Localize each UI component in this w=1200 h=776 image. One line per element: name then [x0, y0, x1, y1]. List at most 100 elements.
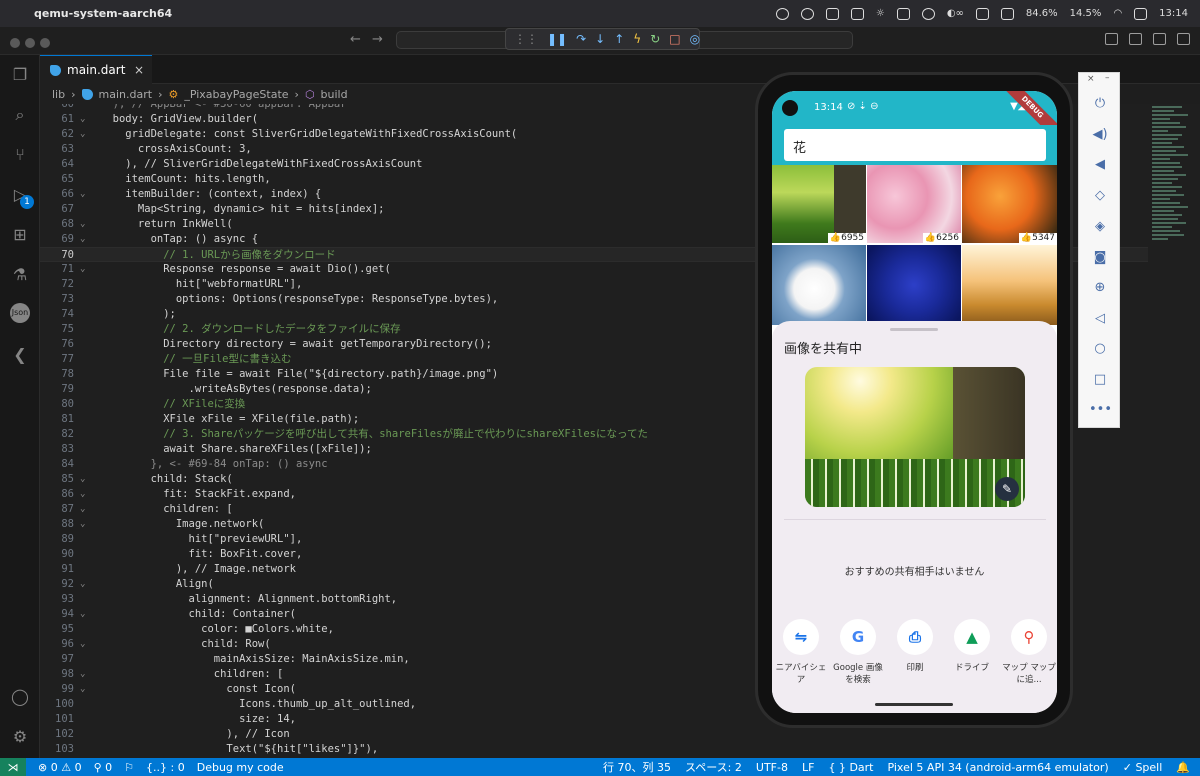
volume-up-icon[interactable]: ◀) — [1089, 124, 1111, 146]
fold-chevron-icon[interactable]: ⌄ — [80, 262, 85, 277]
app-name[interactable]: qemu-system-aarch64 — [34, 7, 172, 20]
fold-chevron-icon[interactable]: ⌄ — [80, 112, 85, 127]
edit-pencil-icon[interactable]: ✎ — [995, 477, 1019, 501]
menubar-time[interactable]: 13:14 — [1159, 8, 1188, 19]
code-line[interactable]: 103 Text("${hit["likes"]}"), — [40, 742, 1200, 757]
fold-chevron-icon[interactable]: ⌄ — [80, 127, 85, 142]
spell-check[interactable]: ✓ Spell — [1123, 761, 1163, 774]
fold-chevron-icon[interactable]: ⌄ — [80, 577, 85, 592]
step-into-icon[interactable]: ↓ — [595, 32, 605, 46]
notifications-bell-icon[interactable]: 🔔 — [1176, 761, 1190, 774]
pause-icon[interactable]: ❚❚ — [547, 32, 567, 46]
devtools-icon[interactable]: ◎ — [690, 32, 700, 46]
search-input[interactable]: 花 — [784, 129, 1046, 161]
sheet-drag-handle[interactable] — [890, 328, 938, 331]
braces-indicator[interactable]: {..} : 0 — [146, 761, 185, 774]
grid-image[interactable] — [962, 245, 1057, 325]
hot-reload-icon[interactable]: ϟ — [633, 32, 641, 46]
breadcrumb-file[interactable]: main.dart — [99, 88, 153, 101]
cursor-position[interactable]: 行 70、列 35 — [603, 759, 671, 775]
power-icon[interactable]: ⏻ — [1089, 93, 1111, 115]
source-control-icon[interactable]: ⑂ — [8, 143, 32, 167]
brightness-icon[interactable]: ☼ — [876, 8, 885, 19]
back-icon[interactable]: ◁ — [1089, 308, 1111, 330]
record-icon[interactable] — [775, 7, 789, 20]
debug-mode[interactable]: Debug my code — [197, 761, 284, 774]
wifi-icon[interactable]: ◠ — [1113, 8, 1122, 19]
overview-icon[interactable]: □ — [1089, 369, 1111, 391]
search-icon[interactable]: ⌕ — [8, 103, 32, 127]
close-icon[interactable]: × — [1087, 74, 1095, 84]
input-method-icon[interactable] — [975, 7, 989, 20]
back-arrow-icon[interactable]: ← — [350, 32, 361, 47]
window-icon[interactable] — [1000, 7, 1014, 20]
tab-main-dart[interactable]: main.dart × — [40, 55, 152, 84]
step-out-icon[interactable]: ↑ — [614, 32, 624, 46]
fold-chevron-icon[interactable]: ⌄ — [80, 487, 85, 502]
toggle-sidebar-icon[interactable] — [1105, 33, 1118, 45]
settings-gear-icon[interactable]: ⚙ — [8, 725, 32, 749]
layers-icon[interactable] — [896, 7, 910, 20]
minimize-window-button[interactable] — [25, 38, 35, 48]
zoom-icon[interactable]: ⊕ — [1089, 277, 1111, 299]
step-over-icon[interactable]: ↷ — [576, 32, 586, 46]
screenshot-camera-icon[interactable]: ◙ — [1089, 247, 1111, 269]
fold-chevron-icon[interactable]: ⌄ — [80, 637, 85, 652]
account-icon[interactable]: ◯ — [8, 685, 32, 709]
fold-chevron-icon[interactable]: ⌄ — [80, 217, 85, 232]
flutter-icon[interactable]: ❮ — [8, 343, 32, 367]
share-target-nearby[interactable]: ⇋ ニアバイシェア — [772, 619, 830, 686]
fold-chevron-icon[interactable]: ⌄ — [80, 607, 85, 622]
problems-indicator[interactable]: ⊗ 0 ⚠ 0 — [38, 761, 82, 774]
grid-image[interactable]: 👍6256 — [867, 165, 961, 243]
home-icon[interactable]: ○ — [1089, 338, 1111, 360]
minimap[interactable] — [1148, 104, 1200, 758]
fold-chevron-icon[interactable]: ⌄ — [80, 517, 85, 532]
fold-chevron-icon[interactable]: ⌄ — [80, 472, 85, 487]
grid-image[interactable] — [867, 245, 961, 325]
indentation[interactable]: スペース: 2 — [685, 759, 742, 775]
close-tab-icon[interactable]: × — [134, 63, 144, 77]
notification-icon[interactable] — [850, 7, 864, 20]
ports-indicator[interactable]: ⚲ 0 — [94, 761, 113, 774]
breadcrumb-state[interactable]: _PixabayPageState — [184, 88, 288, 101]
rotate-right-icon[interactable]: ◈ — [1089, 216, 1111, 238]
fold-chevron-icon[interactable]: ⌄ — [80, 187, 85, 202]
volume-down-icon[interactable]: ◀ — [1089, 154, 1111, 176]
share-target-drive[interactable]: ▲ ドライブ — [943, 619, 1001, 674]
grid-image[interactable]: 👍5347 — [962, 165, 1057, 243]
explorer-icon[interactable]: ❐ — [8, 63, 32, 87]
share-target-google[interactable]: G Google 画像を検索 — [829, 619, 887, 686]
encoding[interactable]: UTF-8 — [756, 761, 788, 774]
share-target-print[interactable]: ⎙ 印刷 — [886, 619, 944, 674]
grid-image[interactable] — [772, 245, 866, 325]
breadcrumb-method[interactable]: build — [321, 88, 348, 101]
fold-chevron-icon[interactable]: ⌄ — [80, 682, 85, 697]
end-of-line[interactable]: LF — [802, 761, 814, 774]
phone-screen[interactable]: 13:14 ⊘ ⇣ ⊖ ▼◢▮ DEBUG 花 👍6955 👍6256 👍534… — [772, 91, 1057, 713]
extensions-icon[interactable]: ⊞ — [8, 223, 32, 247]
rotate-left-icon[interactable]: ◇ — [1089, 185, 1111, 207]
fold-chevron-icon[interactable]: ⌄ — [80, 502, 85, 517]
fold-chevron-icon[interactable]: ⌄ — [80, 232, 85, 247]
more-icon[interactable]: ••• — [1089, 399, 1112, 421]
stop-icon[interactable]: □ — [669, 32, 680, 46]
json-icon[interactable]: Json — [10, 303, 30, 323]
close-window-button[interactable] — [10, 38, 20, 48]
toggle-panel-icon[interactable] — [1129, 33, 1142, 45]
debug-run-icon[interactable]: ⚐ — [124, 761, 134, 774]
share-target-maps[interactable]: ⚲ マップ マップに追... — [1000, 619, 1057, 686]
code-line[interactable]: 102 ), // Icon — [40, 727, 1200, 742]
drag-handle-icon[interactable]: ⋮⋮ — [514, 32, 538, 46]
forward-arrow-icon[interactable]: → — [372, 32, 383, 47]
globe-icon[interactable] — [921, 7, 935, 20]
fold-chevron-icon[interactable]: ⌄ — [80, 667, 85, 682]
cast-icon[interactable] — [825, 7, 839, 20]
p-icon[interactable] — [800, 7, 814, 20]
language-mode[interactable]: { } Dart — [828, 761, 873, 774]
breadcrumb-lib[interactable]: lib — [52, 88, 65, 101]
grid-image[interactable]: 👍6955 — [772, 165, 866, 243]
remote-icon[interactable]: ⋊ — [0, 758, 26, 776]
zoom-window-button[interactable] — [40, 38, 50, 48]
testing-icon[interactable]: ⚗ — [8, 263, 32, 287]
